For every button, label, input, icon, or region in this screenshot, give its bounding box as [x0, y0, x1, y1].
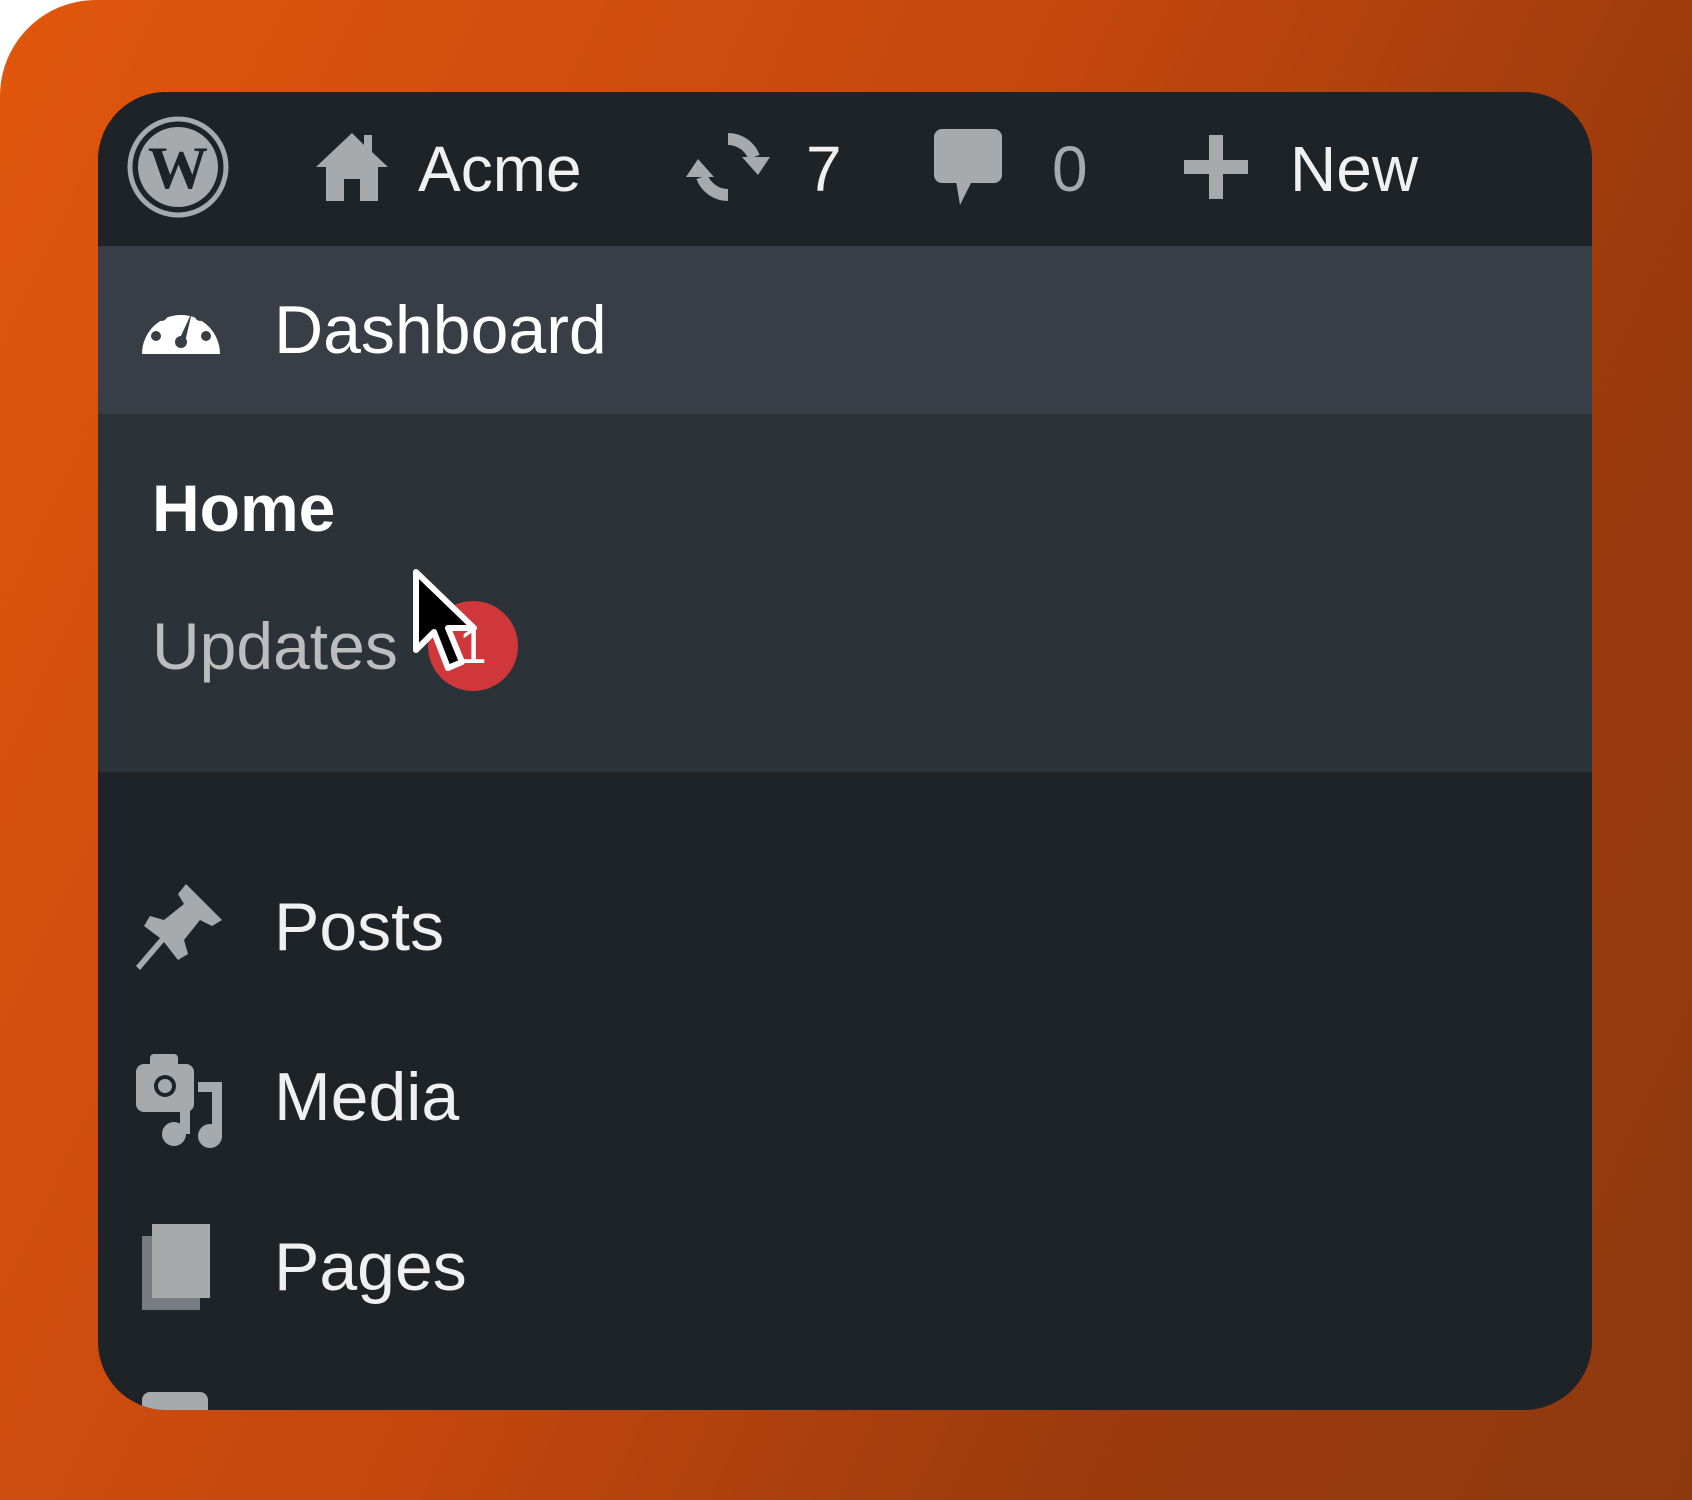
admin-bar: W Acme 7 0 New — [98, 92, 1592, 246]
menu-item-dashboard[interactable]: Dashboard — [98, 246, 1592, 414]
svg-text:W: W — [148, 135, 208, 201]
menu-item-pages[interactable]: Pages — [98, 1192, 1592, 1342]
new-label: New — [1290, 133, 1419, 205]
speech-bubble-icon — [932, 125, 1004, 214]
submenu-item-home[interactable]: Home — [152, 470, 335, 546]
orange-gradient-backdrop: W Acme 7 0 New Dashboard Home Updates 1 … — [0, 0, 1692, 1500]
comments-menu-icon — [134, 1360, 224, 1410]
camera-music-icon — [134, 1022, 230, 1177]
updates-count: 7 — [806, 133, 842, 205]
wordpress-logo-icon: W — [126, 115, 230, 224]
wp-admin-window: W Acme 7 0 New Dashboard Home Updates 1 … — [98, 92, 1592, 1410]
home-icon — [312, 127, 392, 212]
refresh-icon — [680, 127, 776, 212]
new-content-button[interactable]: New — [1182, 92, 1418, 246]
dashboard-gauge-icon — [140, 290, 222, 361]
menu-item-posts[interactable]: Posts — [98, 852, 1592, 1002]
comments-link[interactable]: 0 — [932, 92, 1088, 246]
dashboard-submenu: Home Updates 1 — [98, 414, 1592, 772]
wordpress-logo-button[interactable]: W — [126, 92, 230, 246]
posts-label: Posts — [274, 889, 445, 965]
mouse-cursor-icon — [410, 568, 494, 681]
comments-menu-label: Comments — [274, 1360, 603, 1410]
menu-item-comments[interactable]: Comments — [98, 1360, 1592, 1410]
pages-icon — [134, 1192, 224, 1347]
pages-label: Pages — [274, 1229, 467, 1305]
updates-label: Updates — [152, 609, 398, 683]
comments-count: 0 — [1052, 133, 1088, 205]
site-name-label: Acme — [418, 133, 582, 205]
plus-icon — [1182, 133, 1250, 206]
dashboard-label: Dashboard — [274, 292, 607, 368]
site-name-link[interactable]: Acme — [312, 92, 582, 246]
menu-item-media[interactable]: Media — [98, 1022, 1592, 1172]
pushpin-icon — [134, 852, 224, 1007]
updates-link[interactable]: 7 — [680, 92, 842, 246]
media-label: Media — [274, 1059, 460, 1135]
